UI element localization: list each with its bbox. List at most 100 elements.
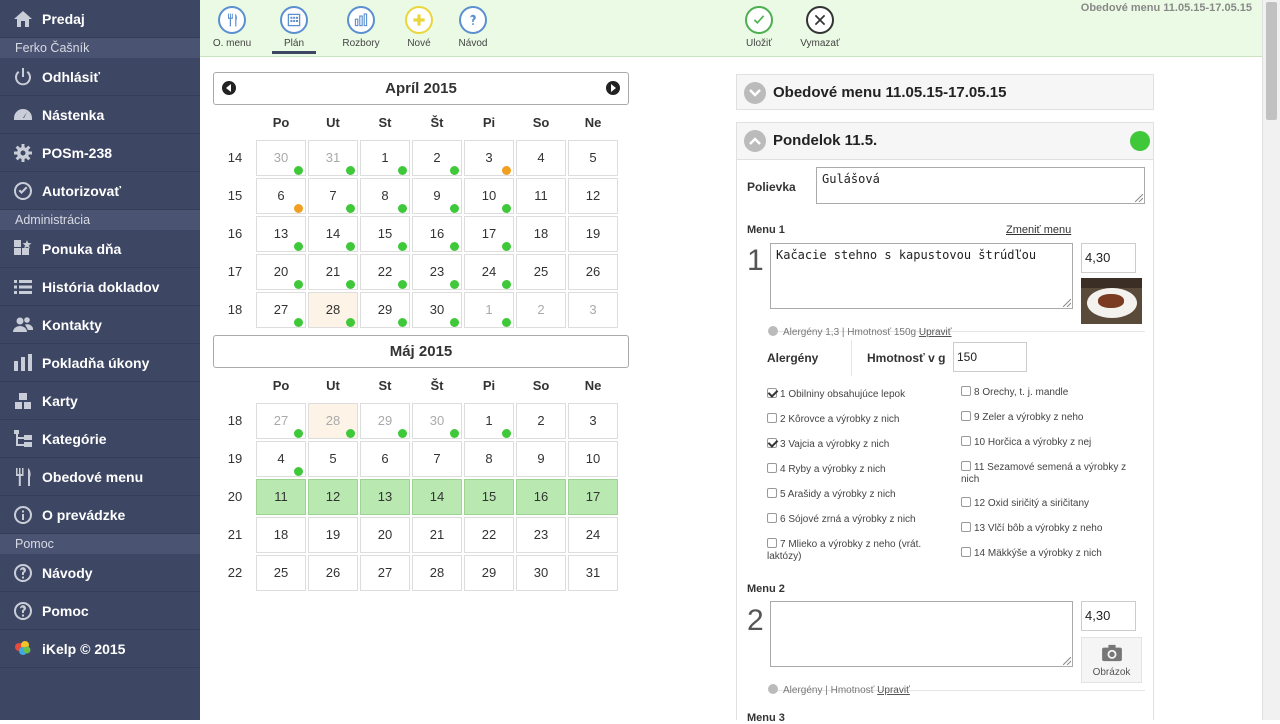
calendar-day[interactable]: 8 bbox=[360, 178, 410, 214]
calendar-day[interactable]: 24 bbox=[464, 254, 514, 290]
calendar-day[interactable]: 2 bbox=[412, 140, 462, 176]
resize-grip-icon[interactable] bbox=[1063, 657, 1071, 665]
menu1-dish-photo[interactable] bbox=[1081, 278, 1142, 324]
page-scrollbar[interactable] bbox=[1262, 0, 1280, 720]
allergen-checkbox[interactable]: 4 Ryby a výrobky z nich bbox=[767, 463, 937, 476]
calendar-day[interactable]: 21 bbox=[308, 254, 358, 290]
allergen-checkbox[interactable]: 13 Vlčí bôb a výrobky z neho bbox=[961, 522, 1141, 535]
resize-grip-icon[interactable] bbox=[1063, 299, 1071, 307]
calendar-day[interactable]: 17 bbox=[464, 216, 514, 252]
checkbox-unchecked-icon[interactable] bbox=[961, 411, 971, 421]
calendar-day[interactable]: 19 bbox=[568, 216, 618, 252]
calendar-day[interactable]: 20 bbox=[360, 517, 410, 553]
calendar-day[interactable]: 10 bbox=[464, 178, 514, 214]
calendar-day[interactable]: 23 bbox=[516, 517, 566, 553]
toolbar-button-n-vod[interactable]: Návod bbox=[443, 6, 503, 49]
calendar-day[interactable]: 28 bbox=[308, 292, 358, 328]
calendar-day[interactable]: 16 bbox=[412, 216, 462, 252]
calendar-day[interactable]: 18 bbox=[516, 216, 566, 252]
calendar-day[interactable]: 12 bbox=[568, 178, 618, 214]
calendar-day[interactable]: 5 bbox=[568, 140, 618, 176]
chevron-up-icon[interactable] bbox=[744, 130, 766, 152]
allergen-checkbox[interactable]: 3 Vajcia a výrobky z nich bbox=[767, 438, 937, 451]
menu-week-header[interactable]: Obedové menu 11.05.15-17.05.15 bbox=[736, 74, 1154, 110]
calendar-day[interactable]: 28 bbox=[412, 555, 462, 591]
calendar-day[interactable]: 30 bbox=[516, 555, 566, 591]
sidebar-item-posm-238[interactable]: POSm-238 bbox=[0, 134, 200, 172]
day-header[interactable]: Pondelok 11.5. bbox=[736, 122, 1154, 160]
calendar-day[interactable]: 6 bbox=[256, 178, 306, 214]
calendar-day[interactable]: 9 bbox=[412, 178, 462, 214]
calendar-day[interactable]: 25 bbox=[516, 254, 566, 290]
sidebar-item-predaj[interactable]: Predaj bbox=[0, 0, 200, 38]
calendar-day[interactable]: 1 bbox=[464, 403, 514, 439]
edit-allergens-link[interactable]: Upraviť bbox=[919, 327, 952, 338]
next-month-arrow-icon[interactable] bbox=[606, 81, 620, 95]
menu1-price[interactable]: 4,30 bbox=[1081, 243, 1136, 273]
sidebar-item-poklad-a-kony[interactable]: Pokladňa úkony bbox=[0, 344, 200, 382]
calendar-day[interactable]: 30 bbox=[412, 292, 462, 328]
calendar-day[interactable]: 21 bbox=[412, 517, 462, 553]
allergen-checkbox[interactable]: 8 Orechy, t. j. mandle bbox=[961, 386, 1141, 399]
chevron-down-icon[interactable] bbox=[768, 684, 778, 694]
allergen-checkbox[interactable]: 5 Arašidy a výrobky z nich bbox=[767, 488, 937, 501]
calendar-day[interactable]: 1 bbox=[360, 140, 410, 176]
calendar-day[interactable]: 13 bbox=[360, 479, 410, 515]
chevron-up-icon[interactable] bbox=[768, 326, 778, 336]
edit-allergens-link-2[interactable]: Upraviť bbox=[877, 685, 910, 696]
sidebar-item-n-vody[interactable]: Návody bbox=[0, 554, 200, 592]
calendar-day[interactable]: 15 bbox=[464, 479, 514, 515]
toolbar-button-nov-[interactable]: Nové bbox=[389, 6, 449, 49]
calendar-day[interactable]: 7 bbox=[308, 178, 358, 214]
calendar-day[interactable]: 28 bbox=[308, 403, 358, 439]
calendar-day[interactable]: 26 bbox=[308, 555, 358, 591]
calendar-day[interactable]: 26 bbox=[568, 254, 618, 290]
toolbar-button-o-menu[interactable]: O. menu bbox=[202, 6, 262, 49]
calendar-day[interactable]: 2 bbox=[516, 403, 566, 439]
calendar-day[interactable]: 2 bbox=[516, 292, 566, 328]
calendar-day[interactable]: 22 bbox=[360, 254, 410, 290]
calendar-day[interactable]: 17 bbox=[568, 479, 618, 515]
calendar-day[interactable]: 11 bbox=[516, 178, 566, 214]
toolbar-button-pl-n[interactable]: Plán bbox=[264, 6, 324, 54]
calendar-day[interactable]: 29 bbox=[360, 292, 410, 328]
calendar-day[interactable]: 6 bbox=[360, 441, 410, 477]
calendar-day[interactable]: 5 bbox=[308, 441, 358, 477]
sidebar-item-kontakty[interactable]: Kontakty bbox=[0, 306, 200, 344]
toolbar-button-vymaza-[interactable]: Vymazať bbox=[790, 6, 850, 49]
calendar-day[interactable]: 7 bbox=[412, 441, 462, 477]
calendar-day[interactable]: 19 bbox=[308, 517, 358, 553]
calendar-day[interactable]: 3 bbox=[568, 292, 618, 328]
calendar-day[interactable]: 22 bbox=[464, 517, 514, 553]
scrollbar-thumb[interactable] bbox=[1266, 2, 1277, 120]
calendar-day[interactable]: 29 bbox=[360, 403, 410, 439]
calendar-day[interactable]: 29 bbox=[464, 555, 514, 591]
allergen-checkbox[interactable]: 6 Sójové zrná a výrobky z nich bbox=[767, 513, 937, 526]
menu2-image-button[interactable]: Obrázok bbox=[1081, 637, 1142, 683]
checkbox-unchecked-icon[interactable] bbox=[961, 436, 971, 446]
checkbox-unchecked-icon[interactable] bbox=[961, 497, 971, 507]
sidebar-item-pomoc[interactable]: Pomoc bbox=[0, 592, 200, 630]
calendar-day[interactable]: 3 bbox=[464, 140, 514, 176]
sidebar-item-ponuka-d-a[interactable]: Ponuka dňa bbox=[0, 230, 200, 268]
calendar-day[interactable]: 27 bbox=[256, 403, 306, 439]
calendar-day[interactable]: 11 bbox=[256, 479, 306, 515]
menu1-dish-field[interactable]: Kačacie stehno s kapustovou štrúdľou bbox=[770, 243, 1073, 309]
calendar-day[interactable]: 14 bbox=[412, 479, 462, 515]
allergen-checkbox[interactable]: 12 Oxid siričitý a siričitany bbox=[961, 497, 1141, 510]
checkbox-checked-icon[interactable] bbox=[767, 438, 777, 448]
allergen-checkbox[interactable]: 14 Mäkkýše a výrobky z nich bbox=[961, 547, 1141, 560]
sidebar-item-kateg-rie[interactable]: Kategórie bbox=[0, 420, 200, 458]
calendar-day[interactable]: 25 bbox=[256, 555, 306, 591]
resize-grip-icon[interactable] bbox=[1135, 194, 1143, 202]
calendar-day[interactable]: 27 bbox=[360, 555, 410, 591]
allergen-checkbox[interactable]: 10 Horčica a výrobky z nej bbox=[961, 436, 1141, 449]
calendar-day[interactable]: 14 bbox=[308, 216, 358, 252]
checkbox-unchecked-icon[interactable] bbox=[961, 522, 971, 532]
checkbox-unchecked-icon[interactable] bbox=[961, 461, 971, 471]
sidebar-item-autorizova-[interactable]: Autorizovať bbox=[0, 172, 200, 210]
checkbox-unchecked-icon[interactable] bbox=[767, 463, 777, 473]
calendar-day[interactable]: 4 bbox=[516, 140, 566, 176]
menu2-price[interactable]: 4,30 bbox=[1081, 601, 1136, 631]
calendar-day[interactable]: 12 bbox=[308, 479, 358, 515]
